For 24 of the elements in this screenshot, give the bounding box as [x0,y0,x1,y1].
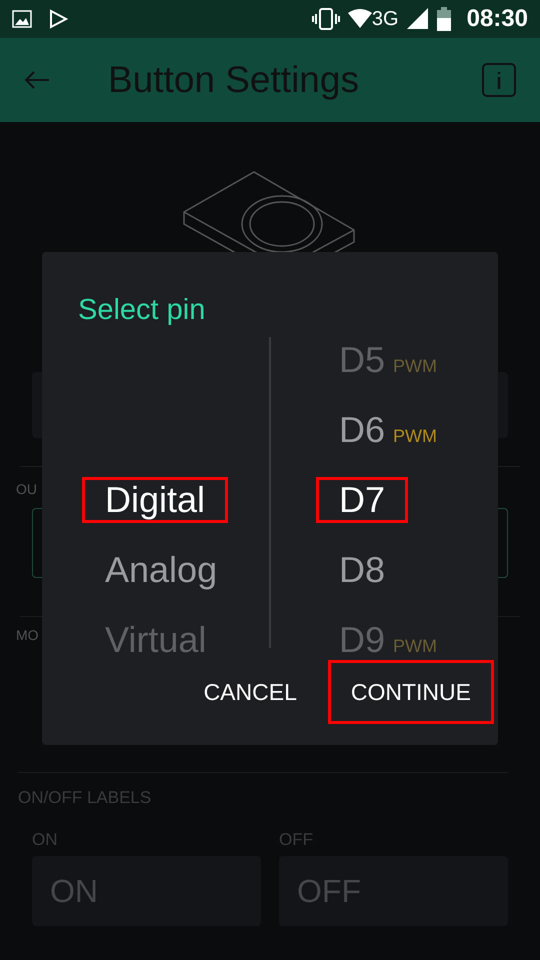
wifi-icon [348,9,372,29]
dialog-title: Select pin [78,296,206,325]
dialog-button[interactable]: CONTINUE [328,660,494,724]
wheel-option[interactable]: D6 PWM [316,407,460,453]
clock: 08:30 [466,4,528,34]
info-icon[interactable] [482,63,516,97]
back-arrow-icon[interactable] [24,70,50,90]
wheel-option[interactable]: Analog [82,547,240,593]
battery-icon [436,7,451,31]
network-type: 3G [372,7,399,32]
pwm-tag: PWM [393,353,438,380]
wheel-option[interactable]: D8 [316,547,408,593]
section-label: OU [16,480,37,499]
section-label: MO [16,626,39,645]
vibrate-icon [312,8,340,30]
signal-icon [406,8,429,30]
image-icon [12,10,32,28]
wheel-option[interactable]: Digital [82,477,228,523]
dialog-button[interactable]: CANCEL [180,660,320,724]
wheel-option[interactable]: D7 [316,477,408,523]
screen-title: Button Settings [108,58,360,102]
pwm-tag: PWM [393,423,438,450]
pwm-tag: PWM [393,633,438,660]
play-store-icon [48,9,68,29]
